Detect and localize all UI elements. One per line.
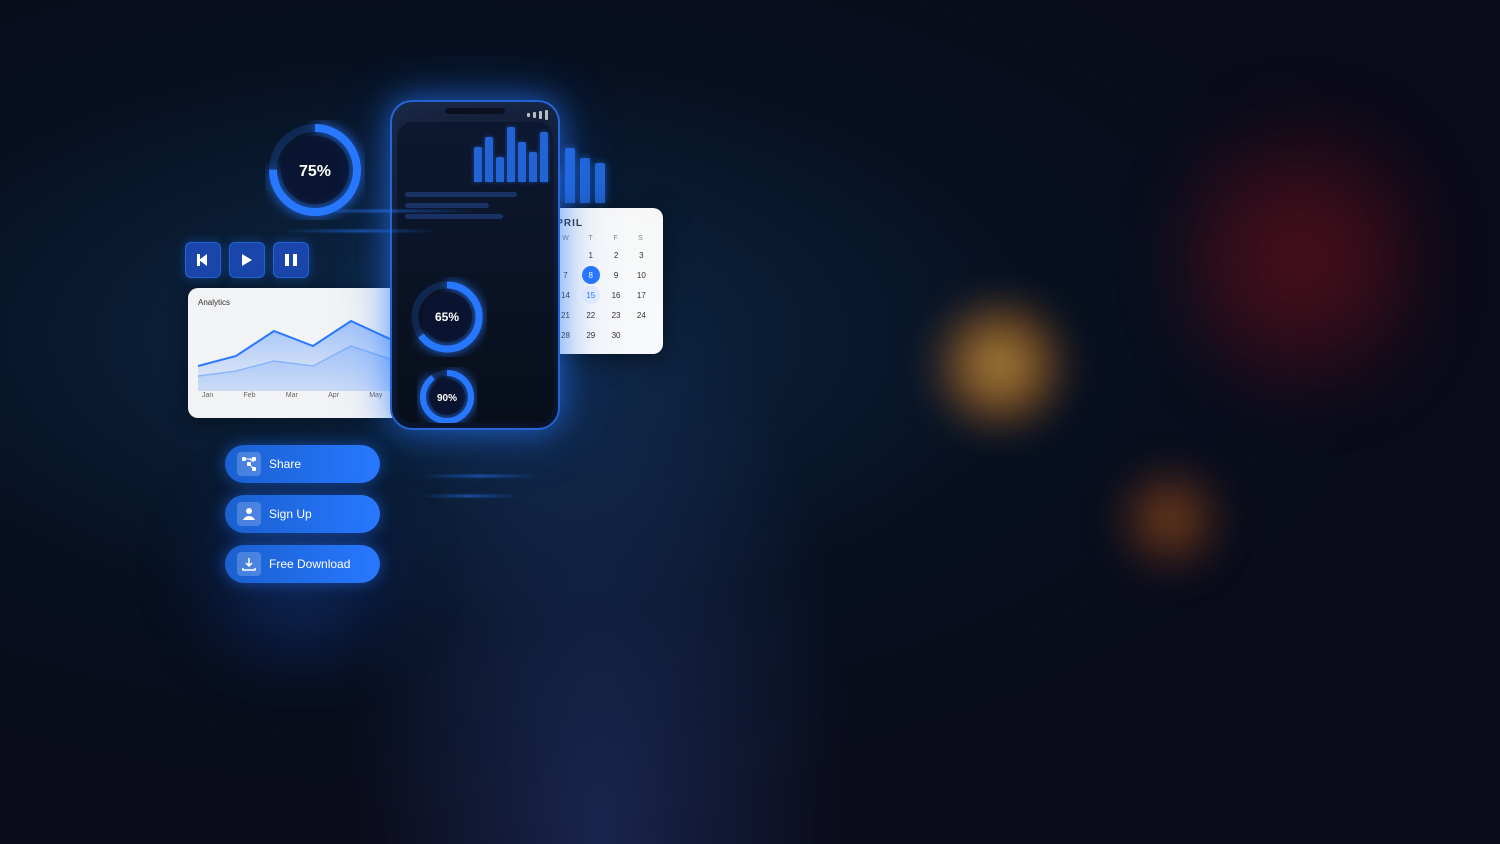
phone-bar [474, 147, 482, 182]
calendar-day[interactable]: 3 [632, 246, 650, 264]
calendar-day[interactable]: 29 [582, 326, 600, 344]
bokeh-orange-light [1110, 464, 1230, 574]
phone-notch [445, 108, 505, 114]
day-header: T [578, 235, 603, 242]
calendar-day[interactable]: 2 [607, 246, 625, 264]
share-icon [237, 452, 261, 476]
svg-text:90%: 90% [437, 393, 457, 404]
glow-line-3 [420, 475, 540, 477]
calendar-day[interactable]: 22 [582, 306, 600, 324]
phone-bar-chart [474, 132, 548, 182]
calendar-day[interactable]: 9 [607, 266, 625, 284]
bokeh-warm-light [920, 295, 1080, 435]
phone-bar [496, 157, 504, 182]
calendar-day[interactable]: 8 [582, 266, 600, 284]
prev-button[interactable] [185, 242, 221, 278]
signup-button[interactable]: Sign Up [225, 495, 380, 533]
phone-bar [529, 152, 537, 182]
top-bar [580, 158, 590, 203]
glow-line-2 [280, 230, 440, 232]
svg-text:65%: 65% [435, 310, 459, 324]
download-label: Free Download [269, 557, 350, 571]
top-bar [565, 148, 575, 203]
pause-button[interactable] [273, 242, 309, 278]
phone-device: 65% 90% [390, 100, 560, 430]
share-button[interactable]: Share [225, 445, 380, 483]
calendar-day[interactable]: 24 [632, 306, 650, 324]
phone-bar [518, 142, 526, 182]
calendar-day [632, 326, 650, 344]
glow-line-4 [420, 495, 520, 497]
day-header: S [628, 235, 653, 242]
phone-screen: 65% 90% [397, 122, 553, 423]
signup-icon [237, 502, 261, 526]
phone-bar [507, 127, 515, 182]
download-button[interactable]: Free Download [225, 545, 380, 583]
day-header: F [603, 235, 628, 242]
share-label: Share [269, 457, 301, 471]
calendar-day[interactable]: 15 [582, 286, 600, 304]
donut-65-widget: 65% [407, 277, 487, 357]
bokeh-red-light [1175, 84, 1425, 434]
glow-line-1 [280, 210, 480, 212]
phone-status-bar [527, 110, 548, 120]
download-icon [237, 552, 261, 576]
phone-bar [540, 132, 548, 182]
circle-90-widget: 90% [417, 367, 477, 423]
signup-label: Sign Up [269, 507, 312, 521]
top-bar [595, 163, 605, 203]
phone-bar [485, 137, 493, 182]
gauge-75-widget: 75% [265, 120, 365, 220]
calendar-day[interactable]: 1 [582, 246, 600, 264]
calendar-day[interactable]: 16 [607, 286, 625, 304]
calendar-day[interactable]: 30 [607, 326, 625, 344]
phone-content-lines [405, 192, 545, 225]
calendar-day[interactable]: 23 [607, 306, 625, 324]
svg-text:75%: 75% [299, 163, 331, 180]
media-controls [185, 242, 309, 278]
action-buttons-group: Share Sign Up Free Download [225, 445, 380, 583]
calendar-day[interactable]: 17 [632, 286, 650, 304]
play-button[interactable] [229, 242, 265, 278]
calendar-day[interactable]: 10 [632, 266, 650, 284]
